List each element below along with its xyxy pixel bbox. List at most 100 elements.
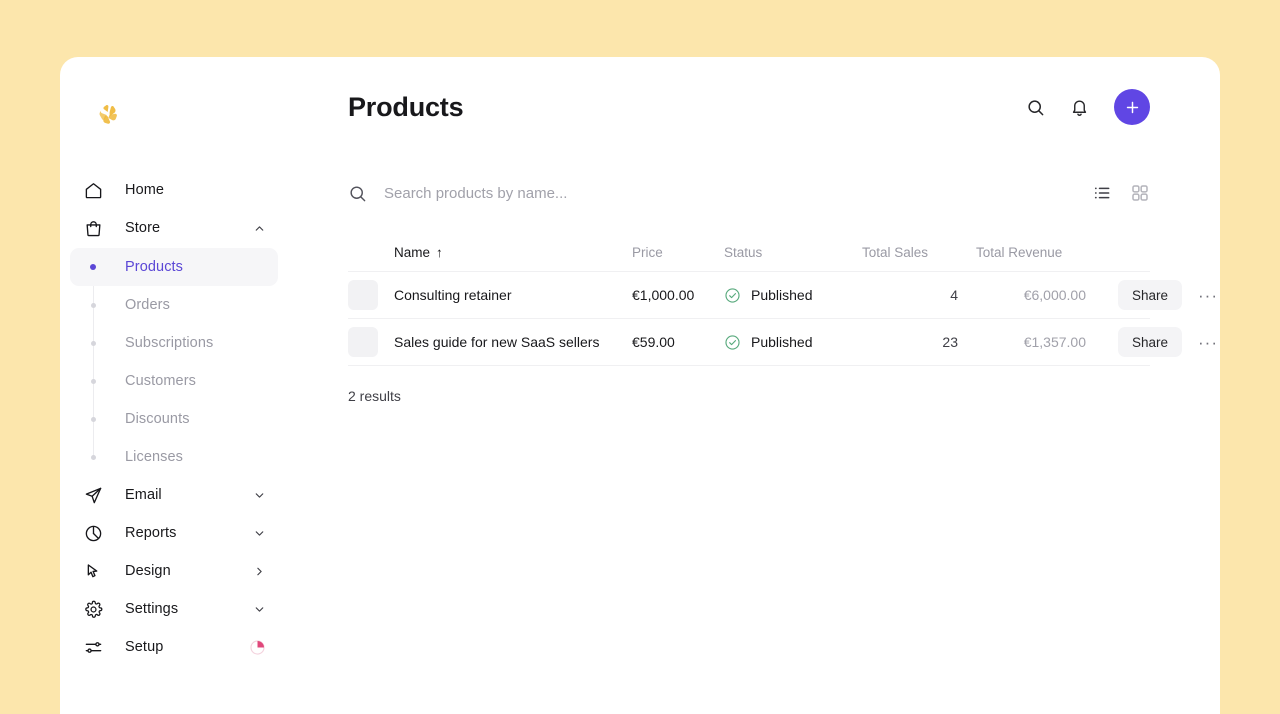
sidebar-item-orders[interactable]: Orders xyxy=(70,286,278,324)
bell-icon[interactable] xyxy=(1066,94,1092,120)
product-price: €59.00 xyxy=(632,334,724,350)
table-row[interactable]: Sales guide for new SaaS sellers €59.00 … xyxy=(348,319,1150,366)
product-total-revenue: €1,357.00 xyxy=(968,334,1086,350)
page-title: Products xyxy=(348,92,463,123)
sidebar-item-label: Home xyxy=(125,182,164,198)
bullet-icon xyxy=(83,417,103,422)
sidebar-item-settings[interactable]: Settings xyxy=(70,590,278,628)
add-product-button[interactable] xyxy=(1114,89,1150,125)
search-input[interactable] xyxy=(384,185,784,202)
bullet-icon xyxy=(83,303,103,308)
app-window: Home Store xyxy=(60,57,1220,714)
sliders-icon xyxy=(83,637,103,657)
paper-plane-icon xyxy=(83,485,103,505)
products-table: Name ↑ Price Status Total Sales Total Re… xyxy=(348,233,1150,404)
home-icon xyxy=(83,180,103,200)
sidebar-item-setup[interactable]: Setup xyxy=(70,628,278,666)
status-badge: Published xyxy=(751,287,813,303)
bullet-icon xyxy=(83,341,103,346)
column-price[interactable]: Price xyxy=(632,245,724,260)
setup-progress-icon xyxy=(249,639,266,656)
sidebar-item-home[interactable]: Home xyxy=(70,171,278,209)
bullet-icon xyxy=(83,264,103,270)
search-bar xyxy=(348,163,1150,223)
cursor-arrow-icon xyxy=(83,561,103,581)
view-toggle xyxy=(1092,183,1150,203)
header-actions xyxy=(1022,89,1150,125)
product-share-cell: Share xyxy=(1086,327,1190,357)
more-options-icon[interactable]: ··· xyxy=(1194,334,1220,351)
sidebar-item-licenses[interactable]: Licenses xyxy=(70,438,278,476)
sidebar-item-reports[interactable]: Reports xyxy=(70,514,278,552)
store-subnav: Products Orders Subscriptions Customers … xyxy=(70,248,278,476)
sidebar-subitem-label: Licenses xyxy=(125,449,183,465)
product-total-revenue: €6,000.00 xyxy=(968,287,1086,303)
sidebar-item-label: Email xyxy=(125,487,162,503)
plus-icon xyxy=(1124,99,1141,116)
sidebar-subitem-label: Orders xyxy=(125,297,170,313)
table-header-row: Name ↑ Price Status Total Sales Total Re… xyxy=(348,233,1150,272)
product-name: Consulting retainer xyxy=(394,287,632,303)
product-price: €1,000.00 xyxy=(632,287,724,303)
grid-view-icon[interactable] xyxy=(1130,183,1150,203)
sidebar-nav: Home Store xyxy=(60,171,288,666)
product-thumbnail xyxy=(348,280,394,310)
column-name[interactable]: Name ↑ xyxy=(394,245,632,260)
sidebar: Home Store xyxy=(60,57,288,714)
sort-ascending-icon: ↑ xyxy=(436,245,443,260)
list-view-icon[interactable] xyxy=(1092,183,1112,203)
sidebar-subitem-label: Discounts xyxy=(125,411,190,427)
page-header: Products xyxy=(348,57,1150,141)
product-more-cell: ··· xyxy=(1190,287,1220,304)
sidebar-item-label: Reports xyxy=(125,525,176,541)
shopping-bag-icon xyxy=(83,218,103,238)
share-button[interactable]: Share xyxy=(1118,280,1182,310)
share-button[interactable]: Share xyxy=(1118,327,1182,357)
search-icon xyxy=(348,184,367,203)
chevron-up-icon[interactable] xyxy=(252,221,266,235)
product-status: Published xyxy=(724,287,850,304)
sidebar-item-email[interactable]: Email xyxy=(70,476,278,514)
more-options-icon[interactable]: ··· xyxy=(1194,287,1220,304)
product-more-cell: ··· xyxy=(1190,334,1220,351)
status-badge: Published xyxy=(751,334,813,350)
product-status: Published xyxy=(724,334,850,351)
sidebar-subitem-label: Subscriptions xyxy=(125,335,213,351)
bullet-icon xyxy=(83,379,103,384)
product-name: Sales guide for new SaaS sellers xyxy=(394,334,632,350)
sidebar-item-label: Setup xyxy=(125,639,163,655)
column-name-label: Name xyxy=(394,245,430,260)
chevron-down-icon[interactable] xyxy=(252,488,266,502)
product-total-sales: 4 xyxy=(850,287,968,303)
column-status[interactable]: Status xyxy=(724,245,850,260)
butterfly-logo-icon xyxy=(95,102,123,130)
check-circle-icon xyxy=(724,334,741,351)
sidebar-item-subscriptions[interactable]: Subscriptions xyxy=(70,324,278,362)
pie-chart-icon xyxy=(83,523,103,543)
sidebar-item-label: Design xyxy=(125,563,171,579)
sidebar-subitem-label: Products xyxy=(125,259,183,275)
sidebar-item-label: Settings xyxy=(125,601,178,617)
chevron-right-icon[interactable] xyxy=(252,564,266,578)
bullet-icon xyxy=(83,455,103,460)
search-icon[interactable] xyxy=(1022,94,1048,120)
column-total-revenue[interactable]: Total Revenue xyxy=(968,245,1086,260)
product-thumbnail xyxy=(348,327,394,357)
sidebar-item-customers[interactable]: Customers xyxy=(70,362,278,400)
sidebar-item-design[interactable]: Design xyxy=(70,552,278,590)
chevron-down-icon[interactable] xyxy=(252,602,266,616)
logo[interactable] xyxy=(60,83,288,149)
sidebar-item-store[interactable]: Store xyxy=(70,209,278,247)
gear-icon xyxy=(83,599,103,619)
sidebar-subitem-label: Customers xyxy=(125,373,196,389)
main-content: Products xyxy=(288,57,1220,714)
column-total-sales[interactable]: Total Sales xyxy=(850,245,968,260)
product-total-sales: 23 xyxy=(850,334,968,350)
table-row[interactable]: Consulting retainer €1,000.00 Published … xyxy=(348,272,1150,319)
sidebar-item-products[interactable]: Products xyxy=(70,248,278,286)
check-circle-icon xyxy=(724,287,741,304)
sidebar-item-discounts[interactable]: Discounts xyxy=(70,400,278,438)
chevron-down-icon[interactable] xyxy=(252,526,266,540)
results-count: 2 results xyxy=(348,388,1150,404)
product-share-cell: Share xyxy=(1086,280,1190,310)
